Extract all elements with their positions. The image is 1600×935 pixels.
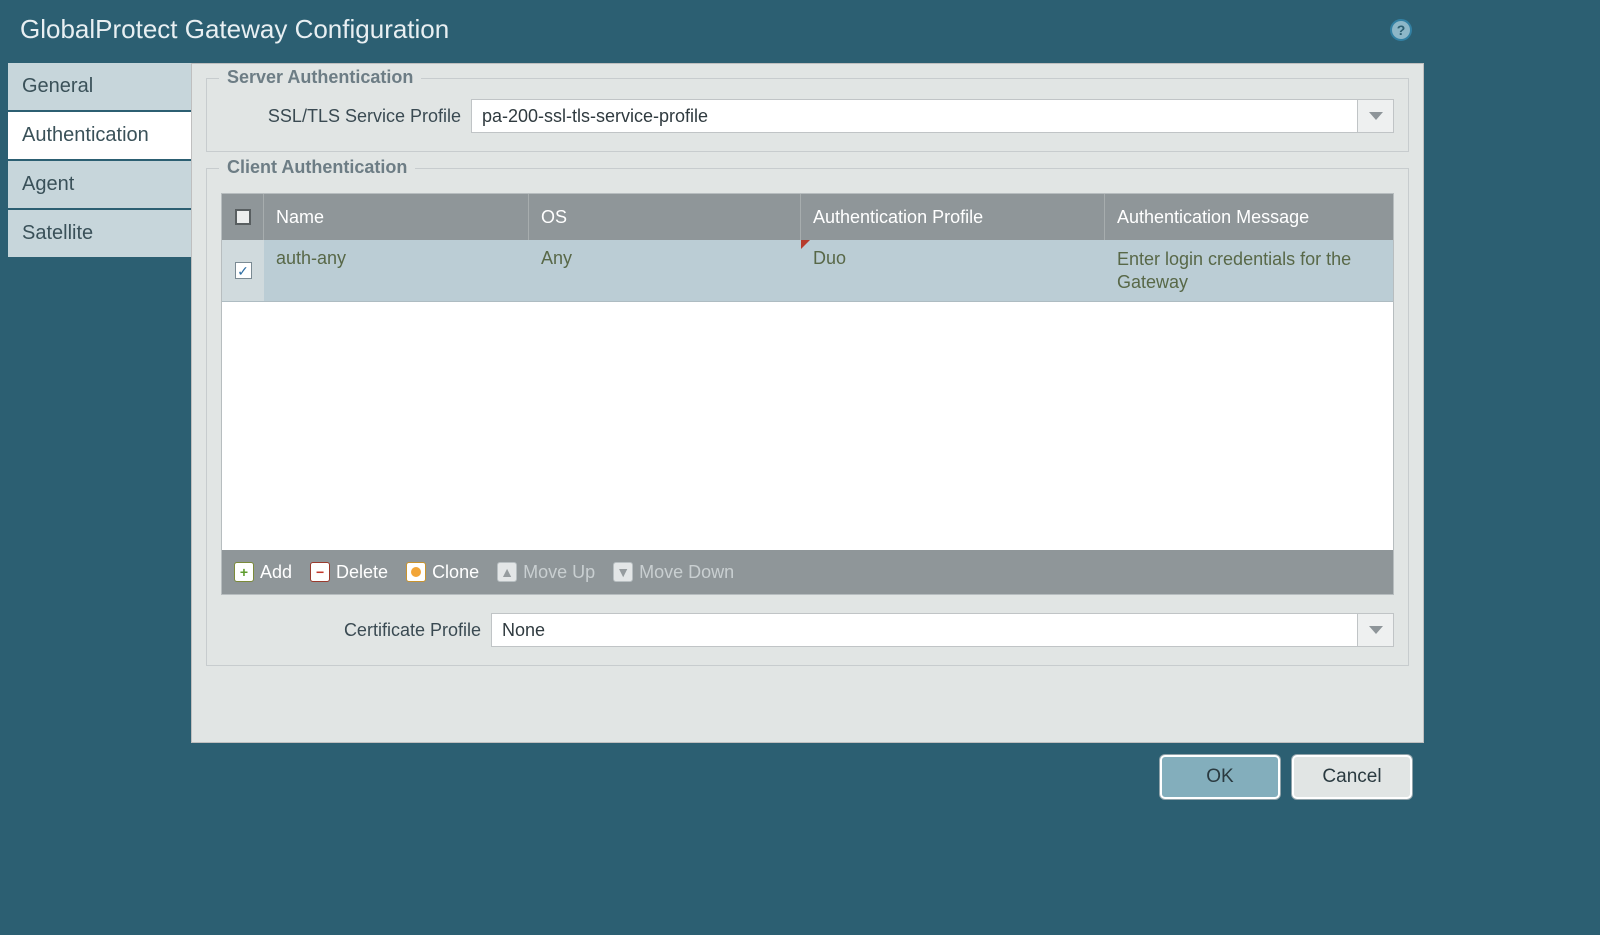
ok-button[interactable]: OK: [1160, 755, 1280, 799]
arrow-up-icon: ▲: [497, 562, 517, 582]
cell-name[interactable]: auth-any: [264, 240, 529, 277]
tabs-sidebar: General Authentication Agent Satellite: [8, 63, 191, 257]
ssl-profile-dropdown-button[interactable]: [1358, 99, 1394, 133]
title-bar: GlobalProtect Gateway Configuration ?: [0, 0, 1432, 63]
column-os[interactable]: OS: [529, 194, 801, 240]
arrow-down-icon: ▼: [613, 562, 633, 582]
clone-button[interactable]: Clone: [406, 562, 479, 583]
add-label: Add: [260, 562, 292, 583]
content-panel: Server Authentication SSL/TLS Service Pr…: [191, 63, 1424, 743]
cert-profile-input[interactable]: [491, 613, 1358, 647]
delete-label: Delete: [336, 562, 388, 583]
move-up-button[interactable]: ▲ Move Up: [497, 562, 595, 583]
cell-auth-message: Enter login credentials for the Gateway: [1105, 240, 1393, 301]
clone-icon: [406, 562, 426, 582]
ssl-profile-label: SSL/TLS Service Profile: [221, 106, 461, 127]
client-auth-table: Name OS Authentication Profile Authentic…: [221, 193, 1394, 595]
move-down-button[interactable]: ▼ Move Down: [613, 562, 734, 583]
client-auth-fieldset: Client Authentication Name OS Authentica…: [206, 168, 1409, 666]
ssl-profile-input[interactable]: [471, 99, 1358, 133]
table-toolbar: + Add − Delete Clone ▲: [222, 550, 1393, 594]
cert-profile-dropdown-button[interactable]: [1358, 613, 1394, 647]
header-checkbox-cell[interactable]: [222, 194, 264, 240]
dialog-footer: OK Cancel: [0, 743, 1424, 799]
row-checkbox[interactable]: ✓: [235, 262, 252, 279]
server-auth-legend: Server Authentication: [219, 67, 421, 88]
select-all-checkbox[interactable]: [235, 209, 251, 225]
tab-authentication[interactable]: Authentication: [8, 112, 191, 159]
page-title: GlobalProtect Gateway Configuration: [20, 14, 449, 45]
help-icon[interactable]: ?: [1390, 19, 1412, 41]
tab-general[interactable]: General: [8, 63, 191, 110]
tab-satellite[interactable]: Satellite: [8, 210, 191, 257]
cert-profile-label: Certificate Profile: [221, 620, 481, 641]
chevron-down-icon: [1369, 112, 1383, 120]
column-auth-message[interactable]: Authentication Message: [1105, 194, 1393, 240]
table-body: ✓ auth-any Any Duo Enter login credentia…: [222, 240, 1393, 550]
plus-icon: +: [234, 562, 254, 582]
tab-agent[interactable]: Agent: [8, 161, 191, 208]
ssl-profile-combo[interactable]: [471, 99, 1394, 133]
column-auth-profile[interactable]: Authentication Profile: [801, 194, 1105, 240]
delete-button[interactable]: − Delete: [310, 562, 388, 583]
column-name[interactable]: Name: [264, 194, 529, 240]
minus-icon: −: [310, 562, 330, 582]
client-auth-legend: Client Authentication: [219, 157, 415, 178]
table-row[interactable]: ✓ auth-any Any Duo Enter login credentia…: [222, 240, 1393, 302]
clone-label: Clone: [432, 562, 479, 583]
move-down-label: Move Down: [639, 562, 734, 583]
chevron-down-icon: [1369, 626, 1383, 634]
cell-os: Any: [529, 240, 801, 277]
cancel-button[interactable]: Cancel: [1292, 755, 1412, 799]
cert-profile-combo[interactable]: [491, 613, 1394, 647]
move-up-label: Move Up: [523, 562, 595, 583]
add-button[interactable]: + Add: [234, 562, 292, 583]
table-header-row: Name OS Authentication Profile Authentic…: [222, 194, 1393, 240]
cell-auth-profile: Duo: [801, 240, 1105, 277]
server-auth-fieldset: Server Authentication SSL/TLS Service Pr…: [206, 78, 1409, 152]
